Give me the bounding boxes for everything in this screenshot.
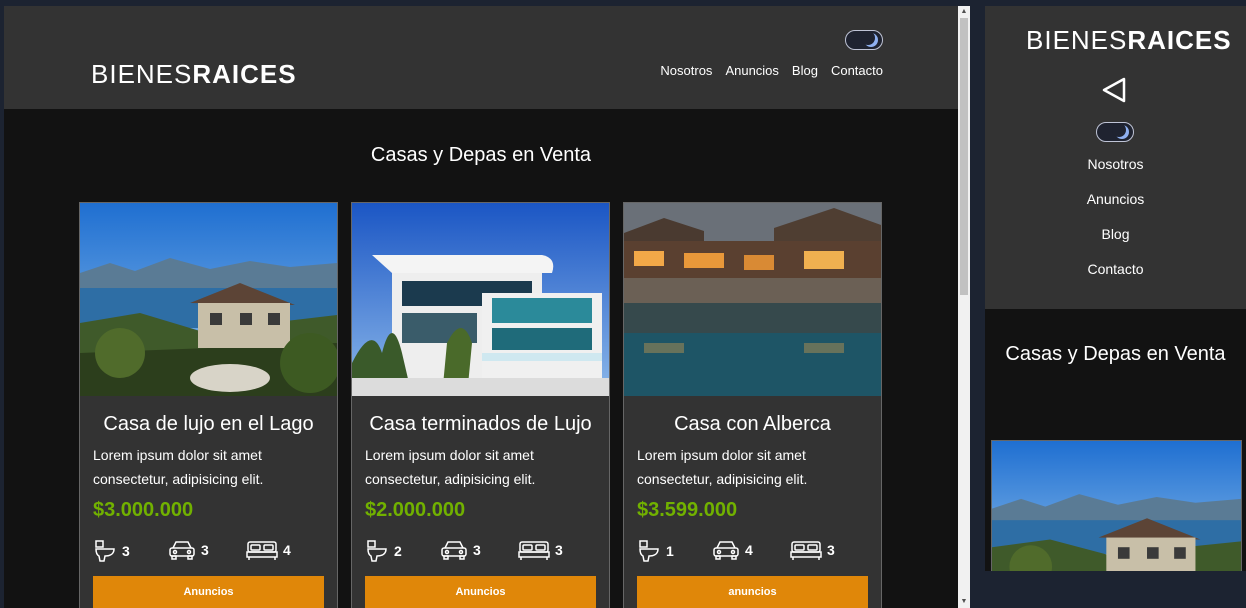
listing-button[interactable]: Anuncios <box>93 576 324 608</box>
feature-wc-count: 2 <box>394 543 402 559</box>
listing-image-modern-house <box>352 203 609 396</box>
menu-triangle-icon[interactable] <box>1100 76 1128 104</box>
logo-thin-text: BIENES <box>91 59 193 89</box>
listing-title: Casa terminados de Lujo <box>369 413 592 435</box>
listing-description: Lorem ipsum dolor sit amet consectetur, … <box>637 447 808 487</box>
listing-image-lake-house <box>991 440 1242 571</box>
car-icon <box>169 541 195 560</box>
listing-description: Lorem ipsum dolor sit amet consectetur, … <box>93 447 264 487</box>
feature-wc-count: 1 <box>666 543 674 559</box>
listing-button[interactable]: anuncios <box>637 576 868 608</box>
toilet-icon <box>367 540 387 562</box>
site-logo[interactable]: BIENESRAICES <box>91 59 297 90</box>
dark-mode-toggle[interactable] <box>845 30 883 50</box>
feature-parking-count: 3 <box>473 542 481 558</box>
main-nav: Nosotros Anuncios Blog Contacto <box>660 63 883 78</box>
logo-thin-text: BIENES <box>1026 25 1128 55</box>
nav-link-blog[interactable]: Blog <box>985 226 1246 261</box>
feature-bedrooms: 3 <box>790 539 835 561</box>
mobile-header: BIENESRAICES Nosotros Anuncios Blog Cont… <box>985 6 1246 309</box>
scroll-up-arrow-icon[interactable]: ▲ <box>958 6 970 18</box>
feature-parking-count: 4 <box>745 542 753 558</box>
bed-icon <box>246 541 278 560</box>
vertical-scrollbar[interactable]: ▲ ▼ <box>958 6 970 608</box>
feature-parking-count: 3 <box>201 542 209 558</box>
nav-link-anuncios[interactable]: Anuncios <box>725 63 778 78</box>
listing-title: Casa con Alberca <box>674 413 831 435</box>
scroll-down-arrow-icon[interactable]: ▼ <box>958 596 970 608</box>
logo-bold-text: RAICES <box>1127 25 1232 55</box>
nav-link-contacto[interactable]: Contacto <box>831 63 883 78</box>
feature-bedrooms-count: 4 <box>283 542 291 558</box>
listing-image-pool-house <box>624 203 881 396</box>
listing-features: 1 4 3 <box>637 539 869 565</box>
feature-bedrooms-count: 3 <box>827 542 835 558</box>
site-header: BIENESRAICES Nosotros Anuncios Blog Cont… <box>4 6 958 109</box>
nav-link-nosotros[interactable]: Nosotros <box>985 156 1246 191</box>
listing-price: $2.000.000 <box>365 499 466 521</box>
feature-bedrooms: 3 <box>518 539 563 561</box>
logo-bold-text: RAICES <box>192 59 297 89</box>
feature-bedrooms: 4 <box>246 539 291 561</box>
desktop-viewport: BIENESRAICES Nosotros Anuncios Blog Cont… <box>4 6 958 608</box>
feature-parking: 3 <box>168 539 209 561</box>
nav-link-blog[interactable]: Blog <box>792 63 818 78</box>
listing-card: Casa de lujo en el Lago Lorem ipsum dolo… <box>79 202 338 608</box>
listing-price: $3.599.000 <box>637 499 738 521</box>
toilet-icon <box>95 540 115 562</box>
moon-icon <box>1112 123 1129 139</box>
listing-button[interactable]: Anuncios <box>365 576 596 608</box>
section-title: Casas y Depas en Venta <box>1005 343 1226 365</box>
listing-price: $3.000.000 <box>93 499 194 521</box>
section-title: Casas y Depas en Venta <box>370 144 592 166</box>
bed-icon <box>518 541 550 560</box>
feature-wc: 2 <box>365 539 402 563</box>
listing-image-lake-house <box>80 203 337 396</box>
feature-wc-count: 3 <box>122 543 130 559</box>
car-icon <box>713 541 739 560</box>
moon-icon <box>861 31 878 47</box>
feature-wc: 1 <box>637 539 674 563</box>
feature-bedrooms-count: 3 <box>555 542 563 558</box>
mobile-viewport: BIENESRAICES Nosotros Anuncios Blog Cont… <box>985 6 1246 571</box>
feature-wc: 3 <box>93 539 130 563</box>
listing-title: Casa de lujo en el Lago <box>103 413 314 435</box>
feature-parking: 3 <box>440 539 481 561</box>
dark-mode-toggle[interactable] <box>1096 122 1134 142</box>
scrollbar-thumb[interactable] <box>960 18 968 295</box>
mobile-nav: Nosotros Anuncios Blog Contacto <box>985 156 1246 296</box>
listing-card: Casa terminados de Lujo Lorem ipsum dolo… <box>351 202 610 608</box>
listing-description: Lorem ipsum dolor sit amet consectetur, … <box>365 447 536 487</box>
feature-parking: 4 <box>712 539 753 561</box>
bed-icon <box>790 541 822 560</box>
toilet-icon <box>639 540 659 562</box>
site-logo[interactable]: BIENESRAICES <box>1026 25 1232 56</box>
car-icon <box>441 541 467 560</box>
nav-link-nosotros[interactable]: Nosotros <box>660 63 712 78</box>
listing-card: Casa con Alberca Lorem ipsum dolor sit a… <box>623 202 882 608</box>
listing-features: 3 3 4 <box>93 539 325 565</box>
listing-features: 2 3 3 <box>365 539 597 565</box>
nav-link-contacto[interactable]: Contacto <box>985 261 1246 296</box>
nav-link-anuncios[interactable]: Anuncios <box>985 191 1246 226</box>
